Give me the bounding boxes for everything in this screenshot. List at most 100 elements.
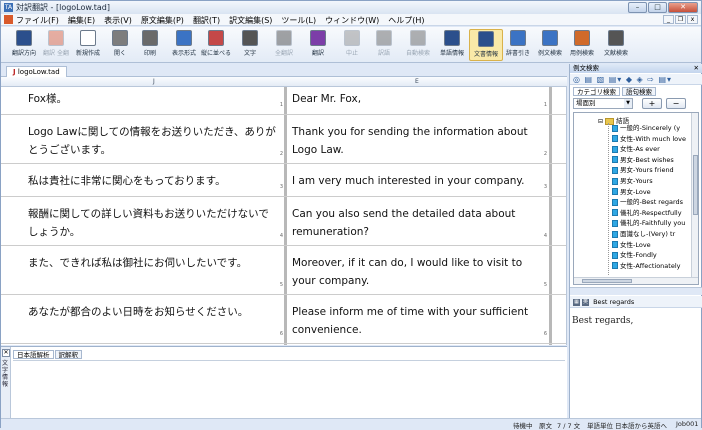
refs-icon bbox=[608, 30, 624, 46]
tree-horizontal-scroll-thumb[interactable] bbox=[582, 279, 632, 283]
toolbar-button-columns[interactable]: 表示形式 bbox=[167, 29, 201, 61]
menu-item[interactable]: ツール(L) bbox=[281, 15, 316, 26]
japanese-cell[interactable]: 私は貴社に非常に関心をもっております。 3 bbox=[23, 169, 283, 196]
column-header-bar: J E bbox=[1, 77, 567, 87]
tree-item[interactable]: 男女-Yours friend bbox=[612, 166, 674, 174]
toolbar-button-doc-info[interactable]: 文書情報 bbox=[469, 29, 503, 61]
status-direction: 日本語から英語へ bbox=[615, 422, 667, 430]
menu-item[interactable]: 翻訳(T) bbox=[193, 15, 220, 26]
panel-close-icon[interactable]: ✕ bbox=[694, 64, 699, 73]
document-icon bbox=[612, 241, 618, 249]
title-bar[interactable]: TA 対訳翻訳 - [logoLow.tad] – □ ✕ bbox=[1, 1, 701, 14]
mdi-restore-button[interactable]: ❐ bbox=[675, 15, 686, 24]
tree-item[interactable]: 儀礼的-Respectfully bbox=[612, 209, 682, 217]
english-cell[interactable]: Moreover, if it can do, I would like to … bbox=[287, 251, 547, 294]
menu-item[interactable]: ウィンドウ(W) bbox=[325, 15, 379, 26]
toolbar-button-example[interactable]: 例文検索 bbox=[533, 29, 567, 61]
toolbar-button-new-doc[interactable]: 新規作成 bbox=[71, 29, 105, 61]
tree-item[interactable]: 女性-Love bbox=[612, 241, 651, 249]
category-select-value: 場面別 bbox=[576, 99, 596, 107]
japanese-cell[interactable]: Fox様。 1 bbox=[23, 87, 283, 114]
tree-item[interactable]: 男女-Yours bbox=[612, 177, 653, 185]
toolbar-button-font[interactable]: 文字 bbox=[233, 29, 267, 61]
tab-japanese-analysis[interactable]: 日本語解析 bbox=[13, 350, 54, 359]
toolbar-button-search[interactable]: 自動検索 bbox=[401, 29, 435, 61]
toolbar-button-play[interactable]: 全翻訳 bbox=[267, 29, 301, 61]
tab-category-search[interactable]: カテゴリ検索 bbox=[573, 87, 620, 96]
tree-item[interactable]: 男女-Love bbox=[612, 188, 651, 196]
doc-menu-icon[interactable] bbox=[4, 15, 13, 24]
toolbar-button-words[interactable]: 訳語 bbox=[367, 29, 401, 61]
panel-toolbar-icons[interactable]: ◎ ▤ ▧ ▤▾ ◆ ◈ ⇨ ▤▾ bbox=[570, 74, 702, 85]
row-number: 2 bbox=[543, 151, 547, 157]
analysis-pane-close-icon[interactable]: ✕ bbox=[2, 349, 10, 357]
tree-collapse-icon[interactable]: ⊟ bbox=[598, 118, 603, 125]
menu-item[interactable]: 編集(E) bbox=[68, 15, 95, 26]
example-copy-icon[interactable]: ▦ bbox=[573, 298, 580, 306]
tab-translation-interpretation[interactable]: 訳解釈 bbox=[54, 350, 82, 359]
example-english-icon[interactable]: 英 bbox=[582, 298, 589, 306]
tree-item[interactable]: 女性-Fondly bbox=[612, 251, 657, 259]
tree-item-label: 女性-As ever bbox=[620, 145, 660, 154]
dict-icon bbox=[510, 30, 526, 46]
panel-splitter[interactable] bbox=[570, 287, 702, 295]
menu-item[interactable]: 表示(V) bbox=[104, 15, 132, 26]
tree-item[interactable]: 一般的-Best regards bbox=[612, 198, 683, 206]
menu-item[interactable]: ヘルプ(H) bbox=[388, 15, 424, 26]
maximize-button[interactable]: □ bbox=[648, 2, 667, 13]
tree-item[interactable]: 女性-As ever bbox=[612, 145, 660, 153]
tree-item[interactable]: 女性-With much love bbox=[612, 135, 686, 143]
table-row[interactable]: 私は貴社に非常に関心をもっております。 3 I am very much inter… bbox=[1, 169, 566, 197]
toolbar-button-print[interactable]: 印刷 bbox=[133, 29, 167, 61]
toolbar-button-translate[interactable]: 翻訳 bbox=[301, 29, 335, 61]
remove-button[interactable]: − bbox=[666, 98, 686, 109]
english-cell[interactable]: Can you also send the detailed data abou… bbox=[287, 202, 547, 245]
tree-item[interactable]: 女性-Affectionately bbox=[612, 262, 680, 270]
toolbar-button-stop[interactable]: 中止 bbox=[335, 29, 369, 61]
toolbar-button-F[interactable]: 翻訳 全翻 bbox=[39, 29, 73, 61]
toolbar-button-J-E[interactable]: 翻訳方向 bbox=[7, 29, 41, 61]
mdi-minimize-button[interactable]: _ bbox=[663, 15, 674, 24]
toolbar-button-vertical[interactable]: 縦に並べる bbox=[199, 29, 233, 61]
table-row[interactable]: Fox様。 1 Dear Mr. Fox, 1 bbox=[1, 87, 566, 115]
tree-horizontal-scrollbar[interactable] bbox=[574, 277, 698, 284]
tab-phrase-search[interactable]: 語句検索 bbox=[622, 87, 656, 96]
toolbar-label: 翻訳 全翻 bbox=[43, 50, 69, 57]
tree-item[interactable]: 面識なし-(Very) tr bbox=[612, 230, 675, 238]
english-cell[interactable]: I am very much interested in your compan… bbox=[287, 169, 547, 196]
tree-vertical-scrollbar[interactable] bbox=[691, 113, 698, 277]
document-icon bbox=[612, 135, 618, 143]
english-text: I am very much interested in your compan… bbox=[292, 175, 525, 187]
table-row[interactable]: あなたが都合のよい日時をお知らせください。 6 Please inform me o… bbox=[1, 300, 566, 344]
add-button[interactable]: + bbox=[642, 98, 662, 109]
category-select[interactable]: 場面別 ▼ bbox=[573, 98, 633, 109]
tree-vertical-scroll-thumb[interactable] bbox=[693, 155, 698, 215]
english-cell[interactable]: Dear Mr. Fox, 1 bbox=[287, 87, 547, 114]
japanese-cell[interactable]: また、できれば私は御社にお伺いしたいです。 5 bbox=[23, 251, 283, 294]
menu-item[interactable]: 原文編集(P) bbox=[141, 15, 184, 26]
japanese-cell[interactable]: 報酬に関しての詳しい資料もお送りいただけないでしょうか。 4 bbox=[23, 202, 283, 245]
japanese-cell[interactable]: あなたが都合のよい日時をお知らせください。 6 bbox=[23, 300, 283, 343]
mdi-close-button[interactable]: x bbox=[687, 15, 698, 24]
japanese-cell[interactable]: Logo Lawに関しての情報をお送りいただき、ありがとうございます。 2 bbox=[23, 120, 283, 163]
toolbar-button-word-info[interactable]: 単語情報 bbox=[435, 29, 469, 61]
menu-item[interactable]: 訳文編集(S) bbox=[229, 15, 272, 26]
toolbar-button-usage[interactable]: 用例検索 bbox=[565, 29, 599, 61]
menu-item[interactable]: ファイル(F) bbox=[16, 15, 59, 26]
tree-item[interactable]: 儀礼的-Faithfully you bbox=[612, 219, 685, 227]
english-cell[interactable]: Please inform me of time with your suffi… bbox=[287, 300, 547, 343]
toolbar-button-dict[interactable]: 辞書引き bbox=[501, 29, 535, 61]
table-row[interactable]: また、できれば私は御社にお伺いしたいです。 5 Moreover, if it ca… bbox=[1, 251, 566, 295]
table-row[interactable]: 報酬に関しての詳しい資料もお送りいただけないでしょうか。 4 Can you als… bbox=[1, 202, 566, 246]
toolbar-button-refs[interactable]: 文献検索 bbox=[599, 29, 633, 61]
tree-item[interactable]: 男女-Best wishes bbox=[612, 156, 674, 164]
main-toolbar: 翻訳方向 翻訳 全翻 新規作成 開く 印刷 表示形式 縦に並べる 文字 全翻訳 翻訳 中止 訳語 自動検… bbox=[1, 27, 701, 63]
chevron-down-icon[interactable]: ▼ bbox=[624, 99, 632, 108]
close-button[interactable]: ✕ bbox=[668, 2, 698, 13]
table-row[interactable]: Logo Lawに関しての情報をお送りいただき、ありがとうございます。 2 Than… bbox=[1, 120, 566, 164]
english-cell[interactable]: Thank you for sending the information ab… bbox=[287, 120, 547, 163]
minimize-button[interactable]: – bbox=[628, 2, 647, 13]
tree-item[interactable]: 一般的-Sincerely (y bbox=[612, 124, 680, 132]
english-text: Can you also send the detailed data abou… bbox=[292, 208, 516, 238]
toolbar-button-open[interactable]: 開く bbox=[103, 29, 137, 61]
